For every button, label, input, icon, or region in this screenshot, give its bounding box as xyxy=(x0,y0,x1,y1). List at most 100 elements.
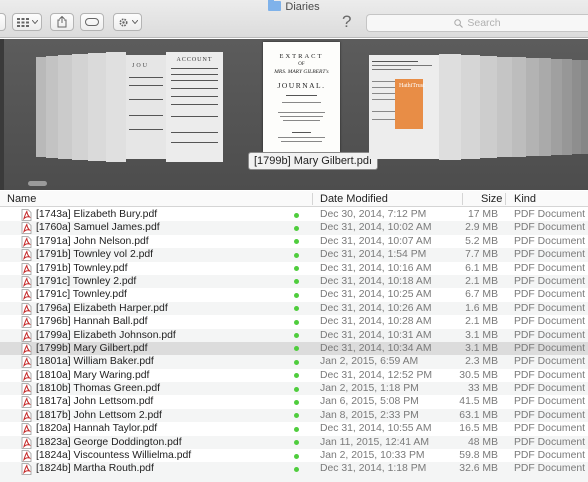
cover-preview[interactable] xyxy=(551,59,562,155)
column-divider[interactable] xyxy=(505,193,506,205)
file-row[interactable]: [1791c] Townley.pdf Dec 31, 2014, 10:25 A… xyxy=(0,288,588,302)
file-row[interactable]: [1823a] George Doddington.pdf Jan 11, 201… xyxy=(0,435,588,450)
cover-preview[interactable] xyxy=(581,60,588,154)
cover-preview[interactable] xyxy=(572,60,581,154)
window-toolbar: Diaries ? Search xyxy=(0,0,588,38)
file-kind: PDF Document xyxy=(514,262,586,274)
hathitrust-logo-block: HathiTrust xyxy=(395,79,425,129)
file-row[interactable]: [1791a] John Nelson.pdf Dec 31, 2014, 10:… xyxy=(0,235,588,248)
file-row[interactable]: [1791b] Townley vol 2.pdf Dec 31, 2014, 1… xyxy=(0,248,588,262)
cover-flow-scrollbar[interactable] xyxy=(28,181,47,186)
column-divider[interactable] xyxy=(312,193,313,205)
file-row[interactable]: [1801a] William Baker.pdf Jan 2, 2015, 6:… xyxy=(0,355,588,369)
file-date: Dec 31, 2014, 10:55 AM xyxy=(320,423,432,435)
file-kind: PDF Document xyxy=(514,369,586,381)
file-name: [1799b] Mary Gilbert.pdf xyxy=(36,342,148,354)
cover-flow[interactable]: JOU ACCOUNT EXTRACT OF MRS. MARY GILBERT… xyxy=(0,39,588,190)
file-row[interactable]: [1796a] Elizabeth Harper.pdf Dec 31, 2014… xyxy=(0,301,588,316)
column-header-kind[interactable]: Kind xyxy=(514,191,536,207)
file-kind: PDF Document xyxy=(514,463,586,475)
pdf-file-icon xyxy=(21,276,32,288)
file-row[interactable]: [1817a] John Lettsom.pdf Jan 6, 2015, 5:0… xyxy=(0,395,588,409)
file-row[interactable]: [1799a] Elizabeth Johnson.pdf Dec 31, 201… xyxy=(0,328,588,342)
tag-dot-icon xyxy=(294,426,299,432)
file-row[interactable]: [1799b] Mary Gilbert.pdf Dec 31, 2014, 10… xyxy=(0,341,588,356)
tag-dot-icon xyxy=(294,279,299,285)
file-date: Dec 31, 2014, 10:02 AM xyxy=(320,222,432,234)
tag-dot-icon xyxy=(294,413,299,419)
cover-preview[interactable] xyxy=(72,54,88,160)
list-header: Name Date Modified Size Kind xyxy=(0,191,588,207)
file-name: [1760a] Samuel James.pdf xyxy=(36,222,160,234)
file-size: 17 MB xyxy=(467,209,498,220)
tag-icon xyxy=(85,18,99,26)
file-row[interactable]: [1760a] Samuel James.pdf Dec 31, 2014, 10… xyxy=(0,221,588,235)
cover-preview[interactable] xyxy=(88,53,106,161)
file-kind: PDF Document xyxy=(514,209,586,220)
file-date: Dec 31, 2014, 10:28 AM xyxy=(320,316,432,328)
file-kind: PDF Document xyxy=(514,329,586,341)
file-row[interactable]: [1791b] Townley.pdf Dec 31, 2014, 10:16 A… xyxy=(0,262,588,275)
file-kind: PDF Document xyxy=(514,302,586,314)
file-name: [1824b] Martha Routh.pdf xyxy=(36,463,154,475)
cover-preview-account[interactable]: ACCOUNT xyxy=(166,52,223,162)
file-name: [1810b] Thomas Green.pdf xyxy=(36,383,160,395)
cover-preview[interactable] xyxy=(512,57,526,157)
cover-preview[interactable] xyxy=(439,54,461,160)
cover-flow-selected-preview[interactable]: EXTRACT OF MRS. MARY GILBERT's JOURNAL. xyxy=(263,42,340,152)
file-size: 6.7 MB xyxy=(465,289,498,301)
tags-button[interactable] xyxy=(80,13,104,31)
file-row[interactable]: [1810a] Mary Waring.pdf Dec 31, 2014, 12:… xyxy=(0,369,588,382)
help-button[interactable]: ? xyxy=(342,12,351,32)
cover-preview[interactable] xyxy=(461,55,480,159)
cover-preview-hathitrust[interactable]: HathiTrust xyxy=(369,55,439,159)
cover-preview[interactable] xyxy=(480,56,497,158)
file-row[interactable]: [1824b] Martha Routh.pdf Dec 31, 2014, 1:… xyxy=(0,462,588,476)
file-date: Dec 31, 2014, 10:26 AM xyxy=(320,302,432,314)
file-list[interactable]: [1743a] Elizabeth Bury.pdf Dec 30, 2014, … xyxy=(0,208,588,476)
cover-preview[interactable] xyxy=(526,58,539,156)
search-field[interactable]: Search xyxy=(366,14,588,32)
file-kind: PDF Document xyxy=(514,450,586,462)
file-row[interactable]: [1824a] Viscountess Willielma.pdf Jan 2, … xyxy=(0,449,588,462)
column-header-size[interactable]: Size xyxy=(481,191,502,207)
action-menu-button[interactable] xyxy=(113,13,142,31)
cover-preview[interactable] xyxy=(58,55,72,159)
view-options-button[interactable] xyxy=(12,13,42,31)
file-date: Dec 31, 2014, 10:31 AM xyxy=(320,329,432,341)
cover-preview[interactable] xyxy=(46,56,58,158)
file-size: 1.6 MB xyxy=(465,302,498,314)
sidebar-edge-button[interactable] xyxy=(0,13,6,31)
file-row[interactable]: [1817b] John Lettsom 2.pdf Jan 8, 2015, 2… xyxy=(0,408,588,423)
tag-dot-icon xyxy=(294,453,299,459)
share-button[interactable] xyxy=(50,13,74,31)
cover-preview[interactable] xyxy=(497,57,512,157)
file-row[interactable]: [1810b] Thomas Green.pdf Jan 2, 2015, 1:1… xyxy=(0,382,588,396)
file-row[interactable]: [1743a] Elizabeth Bury.pdf Dec 30, 2014, … xyxy=(0,208,588,221)
pdf-file-icon xyxy=(21,396,32,409)
cover-preview-journal[interactable]: JOU xyxy=(126,55,166,159)
tag-dot-icon xyxy=(294,373,299,379)
file-kind: PDF Document xyxy=(514,235,586,247)
file-name: [1820a] Hannah Taylor.pdf xyxy=(36,423,158,435)
file-kind: PDF Document xyxy=(514,342,586,354)
pdf-file-icon xyxy=(21,383,32,395)
tag-dot-icon xyxy=(294,319,299,325)
cover-preview[interactable] xyxy=(106,52,126,162)
file-size: 2.3 MB xyxy=(465,356,498,368)
column-divider[interactable] xyxy=(462,193,463,205)
file-row[interactable]: [1796b] Hannah Ball.pdf Dec 31, 2014, 10:… xyxy=(0,315,588,329)
search-placeholder: Search xyxy=(467,17,501,29)
column-header-date[interactable]: Date Modified xyxy=(320,191,388,207)
file-size: 16.5 MB xyxy=(459,423,498,435)
file-row[interactable]: [1820a] Hannah Taylor.pdf Dec 31, 2014, 1… xyxy=(0,422,588,436)
file-date: Jan 6, 2015, 5:08 PM xyxy=(320,396,419,408)
file-size: 48 MB xyxy=(467,436,498,448)
pdf-file-icon xyxy=(21,249,32,262)
cover-preview[interactable] xyxy=(539,58,551,156)
file-date: Dec 31, 2014, 10:25 AM xyxy=(320,289,432,301)
cover-preview[interactable] xyxy=(562,59,572,155)
cover-preview[interactable] xyxy=(36,57,46,157)
column-header-name[interactable]: Name xyxy=(7,191,36,207)
file-row[interactable]: [1791c] Townley 2.pdf Dec 31, 2014, 10:18… xyxy=(0,274,588,289)
